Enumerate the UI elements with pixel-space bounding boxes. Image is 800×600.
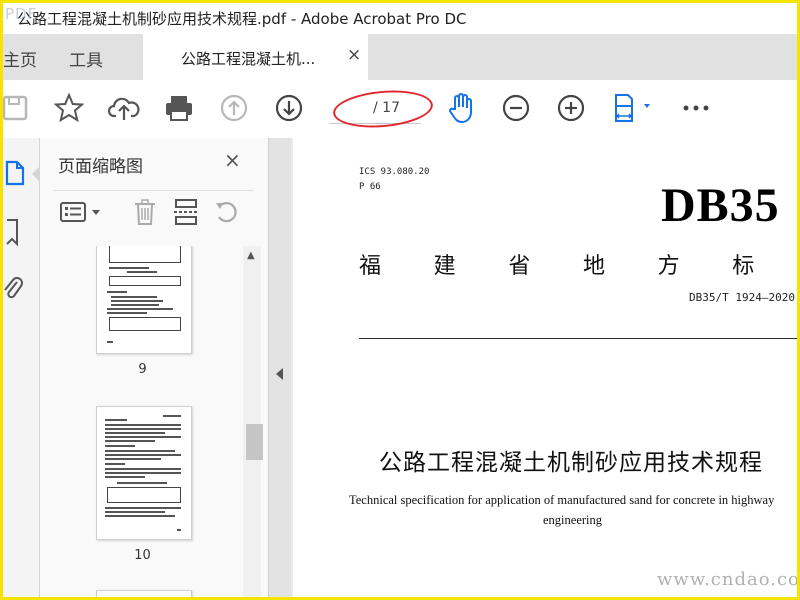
scrollbar-thumb[interactable] [246,424,263,460]
heading-char: 方 [657,254,680,279]
document-title-en-line2: engineering [543,513,603,527]
standard-prefix: DB35 [661,179,780,232]
page-thumbnails-icon[interactable] [5,160,25,190]
left-rail [3,138,40,597]
document-view[interactable]: ICS 93.080.20 P 66 DB35 福 建 省 地 方 标 准 DB… [291,138,797,597]
page-down-icon[interactable] [273,92,305,124]
watermark-bottom: www.cndao.com [657,569,800,590]
star-icon[interactable] [53,92,85,124]
tab-close-icon[interactable]: × [347,45,361,65]
page-fit-icon[interactable] [611,92,657,124]
tab-bar: 主页 工具 公路工程混凝土机... × [3,34,797,80]
page-up-icon[interactable] [218,92,250,124]
thumb-table [107,487,181,503]
thumbnail-page-11[interactable] [96,590,192,597]
title-bar: 公路工程混凝土机制砂应用技术规程.pdf - Adobe Acrobat Pro… [3,3,797,34]
rail-active-indicator [32,166,40,182]
header-rule [359,338,797,339]
thumb-table [109,246,181,263]
bookmark-icon[interactable] [5,218,21,250]
rotate-icon[interactable] [214,200,240,228]
watermark-top: PDF... [5,5,53,23]
options-menu-icon[interactable] [60,202,104,226]
tab-home[interactable]: 主页 [3,46,37,71]
heading-char: 标 [732,254,755,279]
more-icon[interactable] [680,92,712,124]
tab-tools[interactable]: 工具 [69,46,103,71]
heading-char: 福 [359,254,382,279]
app-window: 公路工程混凝土机制砂应用技术规程.pdf - Adobe Acrobat Pro… [0,0,800,600]
save-icon[interactable] [3,92,31,124]
panel-collapse-handle[interactable] [269,138,291,597]
toolbar: / 17 [3,80,797,139]
zoom-in-icon[interactable] [555,92,587,124]
thumbnail-panel: 页面缩略图 × 9 10 ▲ [40,138,269,597]
thumbnail-label: 9 [138,362,147,377]
heading-char: 建 [433,254,456,279]
thumb-table [109,317,181,331]
thumbnail-label: 10 [134,548,151,563]
heading-char: 地 [582,254,605,279]
panel-title: 页面缩略图 [58,157,143,177]
province-standard-heading: 福 建 省 地 方 标 准 [359,248,797,280]
document-title-cn: 公路工程混凝土机制砂应用技术规程 [379,450,763,476]
p-code: P 66 [359,182,381,192]
cloud-upload-icon[interactable] [108,92,140,124]
print-icon[interactable] [163,92,195,124]
trash-icon[interactable] [134,199,156,229]
insert-page-icon[interactable] [174,199,198,229]
thumbnail-page-10[interactable] [96,406,192,540]
collapse-arrow-icon [276,368,283,380]
tab-document-label: 公路工程混凝土机... [181,50,316,68]
zoom-out-icon[interactable] [500,92,532,124]
tab-document[interactable]: 公路工程混凝土机... × [143,34,368,80]
thumbnail-page-9[interactable] [96,246,192,354]
standard-number: DB35/T 1924—2020 [689,291,795,304]
attachment-icon[interactable] [3,274,23,306]
panel-close-icon[interactable]: × [224,148,241,172]
thumbnail-list: 9 10 [40,246,245,597]
thumb-table [109,276,181,286]
ics-code: ICS 93.080.20 [359,167,430,177]
thumbnail-scrollbar[interactable]: ▲ [243,246,263,597]
window-title: 公路工程混凝土机制砂应用技术规程.pdf - Adobe Acrobat Pro… [17,10,467,28]
pdf-page: ICS 93.080.20 P 66 DB35 福 建 省 地 方 标 准 DB… [293,138,797,597]
hand-icon[interactable] [445,92,477,124]
panel-toolbar [54,190,254,231]
scroll-up-icon[interactable]: ▲ [247,250,255,261]
document-title-en-line1: Technical specification for application … [349,493,775,507]
heading-char: 省 [508,254,531,279]
